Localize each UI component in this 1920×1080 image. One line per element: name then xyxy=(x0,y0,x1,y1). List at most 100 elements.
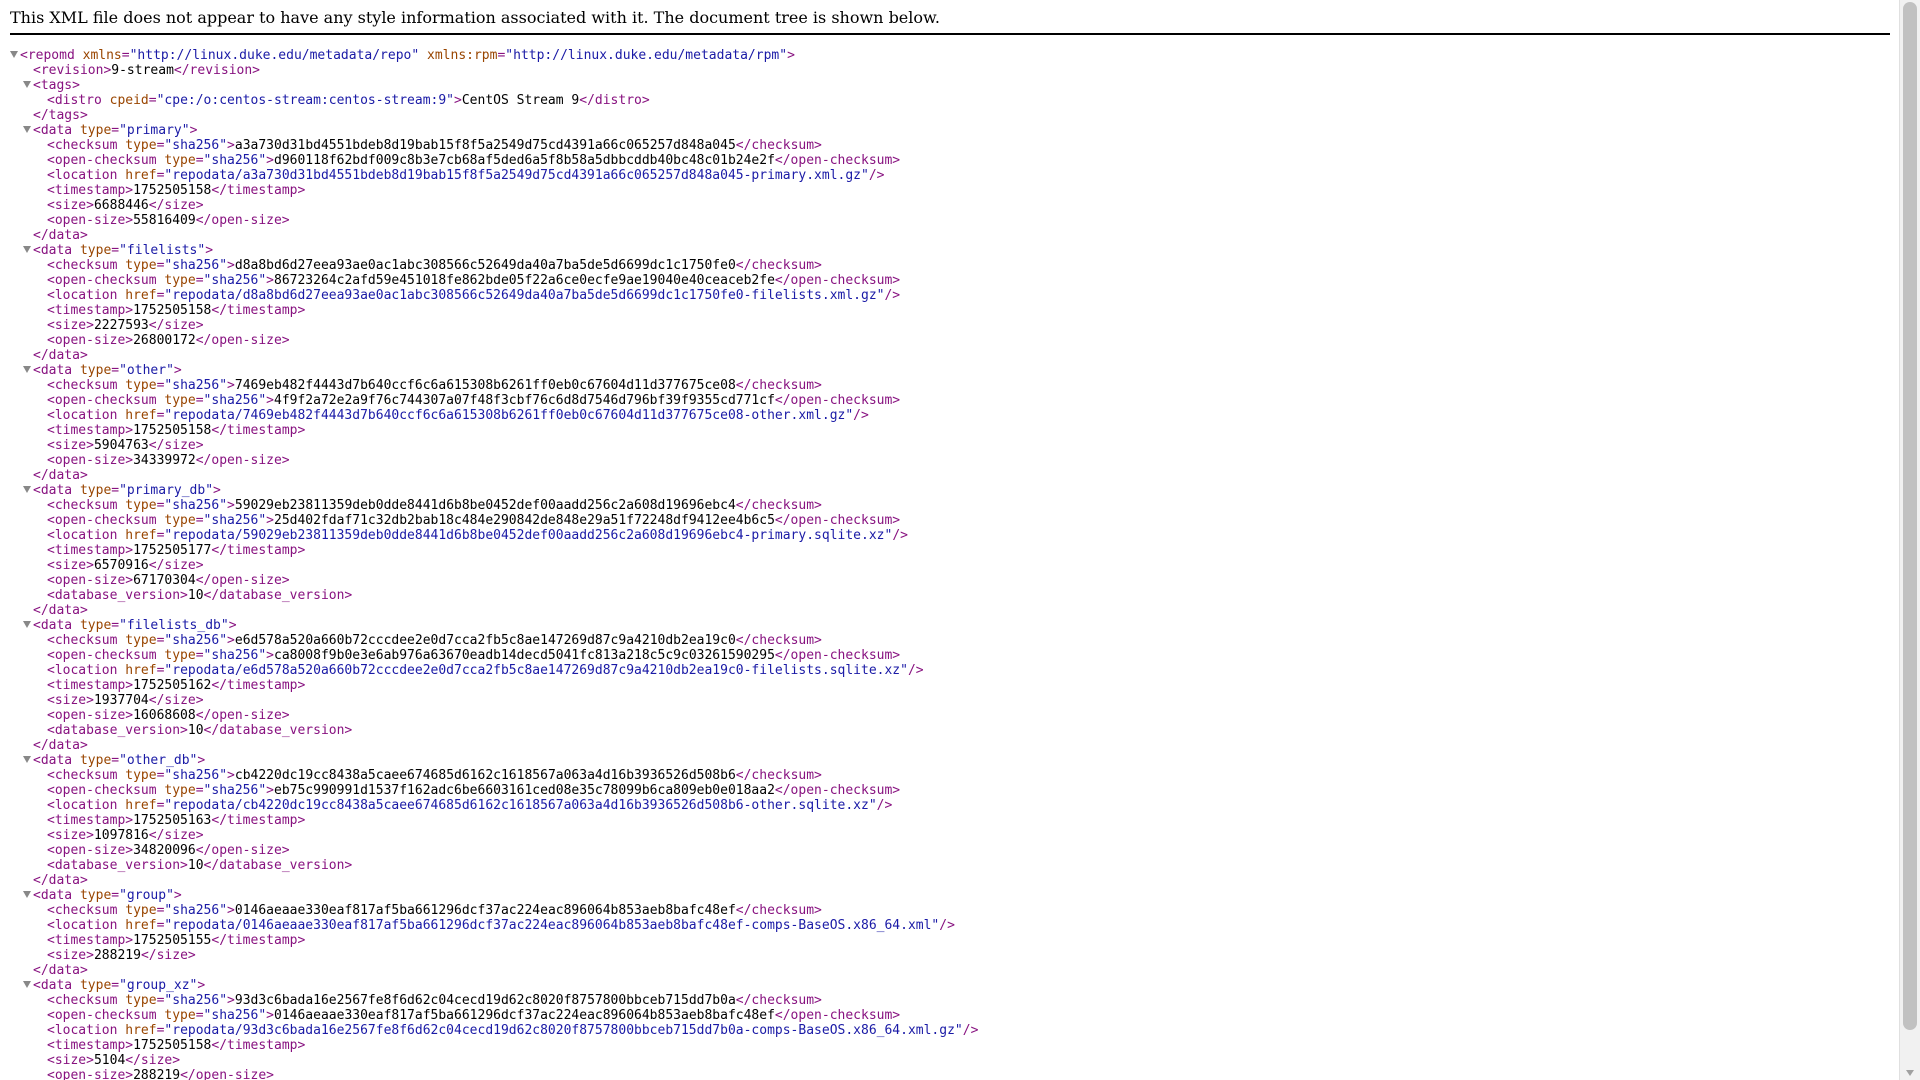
xml-token: = xyxy=(195,273,204,288)
xml-token: type xyxy=(72,753,112,768)
checksum-value: cb4220dc19cc8438a5caee674685d6162c161856… xyxy=(234,768,736,783)
xml-token: </checksum> xyxy=(735,993,822,1008)
collapse-triangle-icon[interactable] xyxy=(23,981,31,988)
size-line: <size>288219</size> xyxy=(10,948,978,963)
collapse-triangle-icon[interactable] xyxy=(10,51,18,58)
xml-token: type xyxy=(156,393,196,408)
no-style-notice: This XML file does not appear to have an… xyxy=(10,8,1890,35)
xml-token: = xyxy=(111,753,120,768)
xml-token: </timestamp> xyxy=(211,543,306,558)
xml-token: <size> xyxy=(47,558,94,573)
xml-token: > xyxy=(189,123,198,138)
xml-token: <size> xyxy=(47,828,94,843)
open-size-line: <open-size>55816409</open-size> xyxy=(10,213,978,228)
xml-token: href xyxy=(117,168,157,183)
size-line: <size>5904763</size> xyxy=(10,438,978,453)
open-size-value: 34339972 xyxy=(133,453,196,468)
data-type-value: "group_xz" xyxy=(119,978,198,993)
xml-token: = xyxy=(195,783,204,798)
open-size-value: 34820096 xyxy=(133,843,196,858)
collapse-triangle-icon[interactable] xyxy=(23,246,31,253)
xml-token: </open-size> xyxy=(195,843,290,858)
open-checksum-line: <open-checksum type="sha256">25d402fdaf7… xyxy=(10,513,978,528)
timestamp-value: 1752505177 xyxy=(133,543,212,558)
collapse-triangle-icon[interactable] xyxy=(23,756,31,763)
xml-token: /> xyxy=(962,1023,979,1038)
xml-token: <open-size> xyxy=(47,453,134,468)
xml-token: type xyxy=(117,903,157,918)
scrollbar-thumb[interactable] xyxy=(1903,2,1917,1030)
xml-token: "sha256" xyxy=(164,138,228,153)
collapse-triangle-icon[interactable] xyxy=(23,486,31,493)
collapse-triangle-icon[interactable] xyxy=(23,891,31,898)
xml-token: > xyxy=(266,393,274,408)
location-line: <location href="repodata/59029eb23811359… xyxy=(10,528,978,543)
xml-token: > xyxy=(227,633,235,648)
open-size-line: <open-size>34820096</open-size> xyxy=(10,843,978,858)
size-line: <size>6688446</size> xyxy=(10,198,978,213)
timestamp-line: <timestamp>1752505162</timestamp> xyxy=(10,678,978,693)
xml-token: > xyxy=(266,273,274,288)
xml-token: <checksum xyxy=(47,633,118,648)
xml-token: > xyxy=(787,48,795,63)
xml-token: > xyxy=(454,93,462,108)
data-open-line: <data type="filelists"> xyxy=(10,243,978,258)
xml-token: "sha256" xyxy=(203,273,267,288)
collapse-triangle-icon[interactable] xyxy=(23,621,31,628)
location-line: <location href="repodata/cb4220dc19cc843… xyxy=(10,798,978,813)
xml-token: <location xyxy=(47,1023,118,1038)
xml-token: <distro xyxy=(47,93,102,108)
xml-token: <location xyxy=(47,798,118,813)
xml-token: > xyxy=(266,783,274,798)
data-type-value: "primary_db" xyxy=(119,483,214,498)
xml-token: <size> xyxy=(47,693,94,708)
xml-token: <timestamp> xyxy=(47,678,134,693)
xml-token: </checksum> xyxy=(735,633,822,648)
collapse-triangle-icon[interactable] xyxy=(23,126,31,133)
xml-viewer-page: This XML file does not appear to have an… xyxy=(0,0,1900,1080)
checksum-line: <checksum type="sha256">7469eb482f4443d7… xyxy=(10,378,978,393)
collapse-triangle-icon[interactable] xyxy=(23,81,31,88)
xml-token: <size> xyxy=(47,438,94,453)
checksum-value: 59029eb23811359deb0dde8441d6b8be0452def0… xyxy=(234,498,736,513)
open-checksum-line: <open-checksum type="sha256">eb75c990991… xyxy=(10,783,978,798)
timestamp-line: <timestamp>1752505177</timestamp> xyxy=(10,543,978,558)
xml-token: = xyxy=(121,48,130,63)
open-checksum-value: d960118f62bdf009c8b3e7cb68af5ded6a5f8b58… xyxy=(274,153,775,168)
xml-token: = xyxy=(195,393,204,408)
xml-token: </size> xyxy=(148,198,204,213)
scroll-down-arrow-icon[interactable] xyxy=(1906,1070,1914,1076)
xml-token: href xyxy=(117,663,157,678)
xml-token: > xyxy=(266,513,274,528)
checksum-line: <checksum type="sha256">0146aeaae330eaf8… xyxy=(10,903,978,918)
xml-token: </timestamp> xyxy=(211,183,306,198)
checksum-value: 7469eb482f4443d7b640ccf6c6a615308b6261ff… xyxy=(234,378,736,393)
data-close-line: </data> xyxy=(10,963,978,978)
collapse-triangle-icon[interactable] xyxy=(23,366,31,373)
xml-token: = xyxy=(195,648,204,663)
xml-token: <revision> xyxy=(33,63,112,78)
xml-token: </open-checksum> xyxy=(774,393,901,408)
xml-token: "sha256" xyxy=(164,993,228,1008)
xml-token: </checksum> xyxy=(735,903,822,918)
xml-token: <open-checksum xyxy=(47,393,157,408)
xml-token: <open-checksum xyxy=(47,1008,157,1023)
open-checksum-value: 0146aeaae330eaf817af5ba661296dcf37ac224e… xyxy=(274,1008,775,1023)
open-size-value: 288219 xyxy=(133,1068,181,1080)
xml-token: <location xyxy=(47,663,118,678)
xml-token: cpeid xyxy=(101,93,149,108)
xml-token: > xyxy=(173,888,182,903)
xml-token: </data> xyxy=(33,603,88,618)
xml-token: type xyxy=(72,243,112,258)
xml-token: "sha256" xyxy=(164,633,228,648)
checksum-line: <checksum type="sha256">59029eb23811359d… xyxy=(10,498,978,513)
xml-token: type xyxy=(72,618,112,633)
size-line: <size>2227593</size> xyxy=(10,318,978,333)
database-version-value: 10 xyxy=(187,723,204,738)
open-size-line: <open-size>34339972</open-size> xyxy=(10,453,978,468)
database-version-line: <database_version>10</database_version> xyxy=(10,588,978,603)
xml-token: > xyxy=(227,258,235,273)
xml-token: </database_version> xyxy=(203,588,353,603)
timestamp-line: <timestamp>1752505158</timestamp> xyxy=(10,423,978,438)
vertical-scrollbar[interactable] xyxy=(1899,0,1920,1080)
